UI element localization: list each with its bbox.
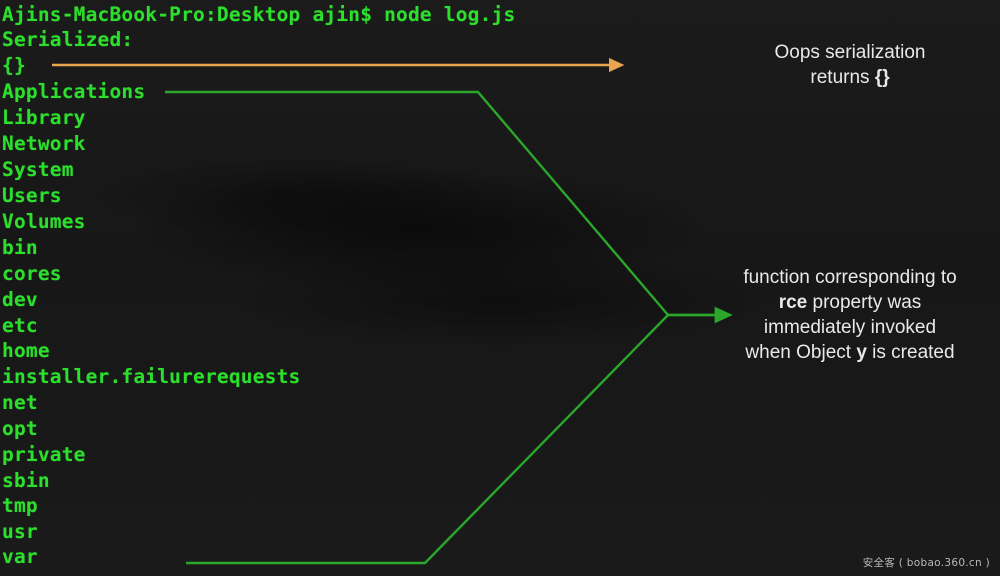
annotation-rce-line2: rce property was — [700, 290, 1000, 315]
terminal-line-users: Users — [2, 184, 62, 207]
annotation-rce-line4: when Object y is created — [700, 340, 1000, 365]
annotation-rce-property-name: rce — [778, 292, 808, 313]
annotation-rce-line2-rest: property was — [807, 292, 922, 313]
terminal-line-applications: Applications — [2, 80, 146, 103]
annotation-rce-line4-suffix: is created — [866, 342, 955, 363]
watermark: 安全客 ( bobao.360.cn ) — [862, 557, 990, 569]
terminal-line-net: net — [2, 391, 38, 414]
terminal-line-prompt: Ajins-MacBook-Pro:Desktop ajin$ node log… — [2, 3, 516, 26]
terminal-line-dev: dev — [2, 288, 38, 311]
terminal-line-etc: etc — [2, 314, 38, 337]
annotation-serialization-empty-object: {} — [874, 67, 890, 88]
terminal-output: Ajins-MacBook-Pro:Desktop ajin$ node log… — [0, 0, 700, 576]
annotation-serialization-line1: Oops serialization — [774, 42, 926, 63]
annotation-rce-line1: function corresponding to — [743, 267, 957, 288]
terminal-line-usr: usr — [2, 520, 38, 543]
annotation-serialization-note: Oops serialization returns {} — [700, 40, 1000, 90]
terminal-line-cores: cores — [2, 262, 62, 285]
terminal-line-serialized-value: {} — [2, 54, 26, 77]
terminal-line-sbin: sbin — [2, 469, 50, 492]
annotation-rce-line4-prefix: when Object — [745, 342, 857, 363]
terminal-line-home: home — [2, 339, 50, 362]
terminal-line-var: var — [2, 545, 38, 568]
terminal-line-installer-failurerequests: installer.failurerequests — [2, 365, 301, 388]
terminal-line-bin: bin — [2, 236, 38, 259]
screenshot-root: Ajins-MacBook-Pro:Desktop ajin$ node log… — [0, 0, 1000, 576]
annotation-rce-line3: immediately invoked — [763, 317, 937, 338]
annotation-rce-note: function corresponding to rce property w… — [700, 265, 1000, 365]
terminal-line-library: Library — [2, 106, 86, 129]
terminal-line-system: System — [2, 158, 74, 181]
terminal-line-tmp: tmp — [2, 494, 38, 517]
terminal-line-volumes: Volumes — [2, 210, 86, 233]
terminal-line-private: private — [2, 443, 86, 466]
annotation-serialization-line2: returns {} — [700, 65, 1000, 90]
annotation-rce-object-name: y — [856, 342, 867, 363]
annotation-serialization-line2-prefix: returns — [810, 67, 875, 88]
terminal-line-opt: opt — [2, 417, 38, 440]
terminal-line-serialized-label: Serialized: — [2, 28, 134, 51]
terminal-line-network: Network — [2, 132, 86, 155]
